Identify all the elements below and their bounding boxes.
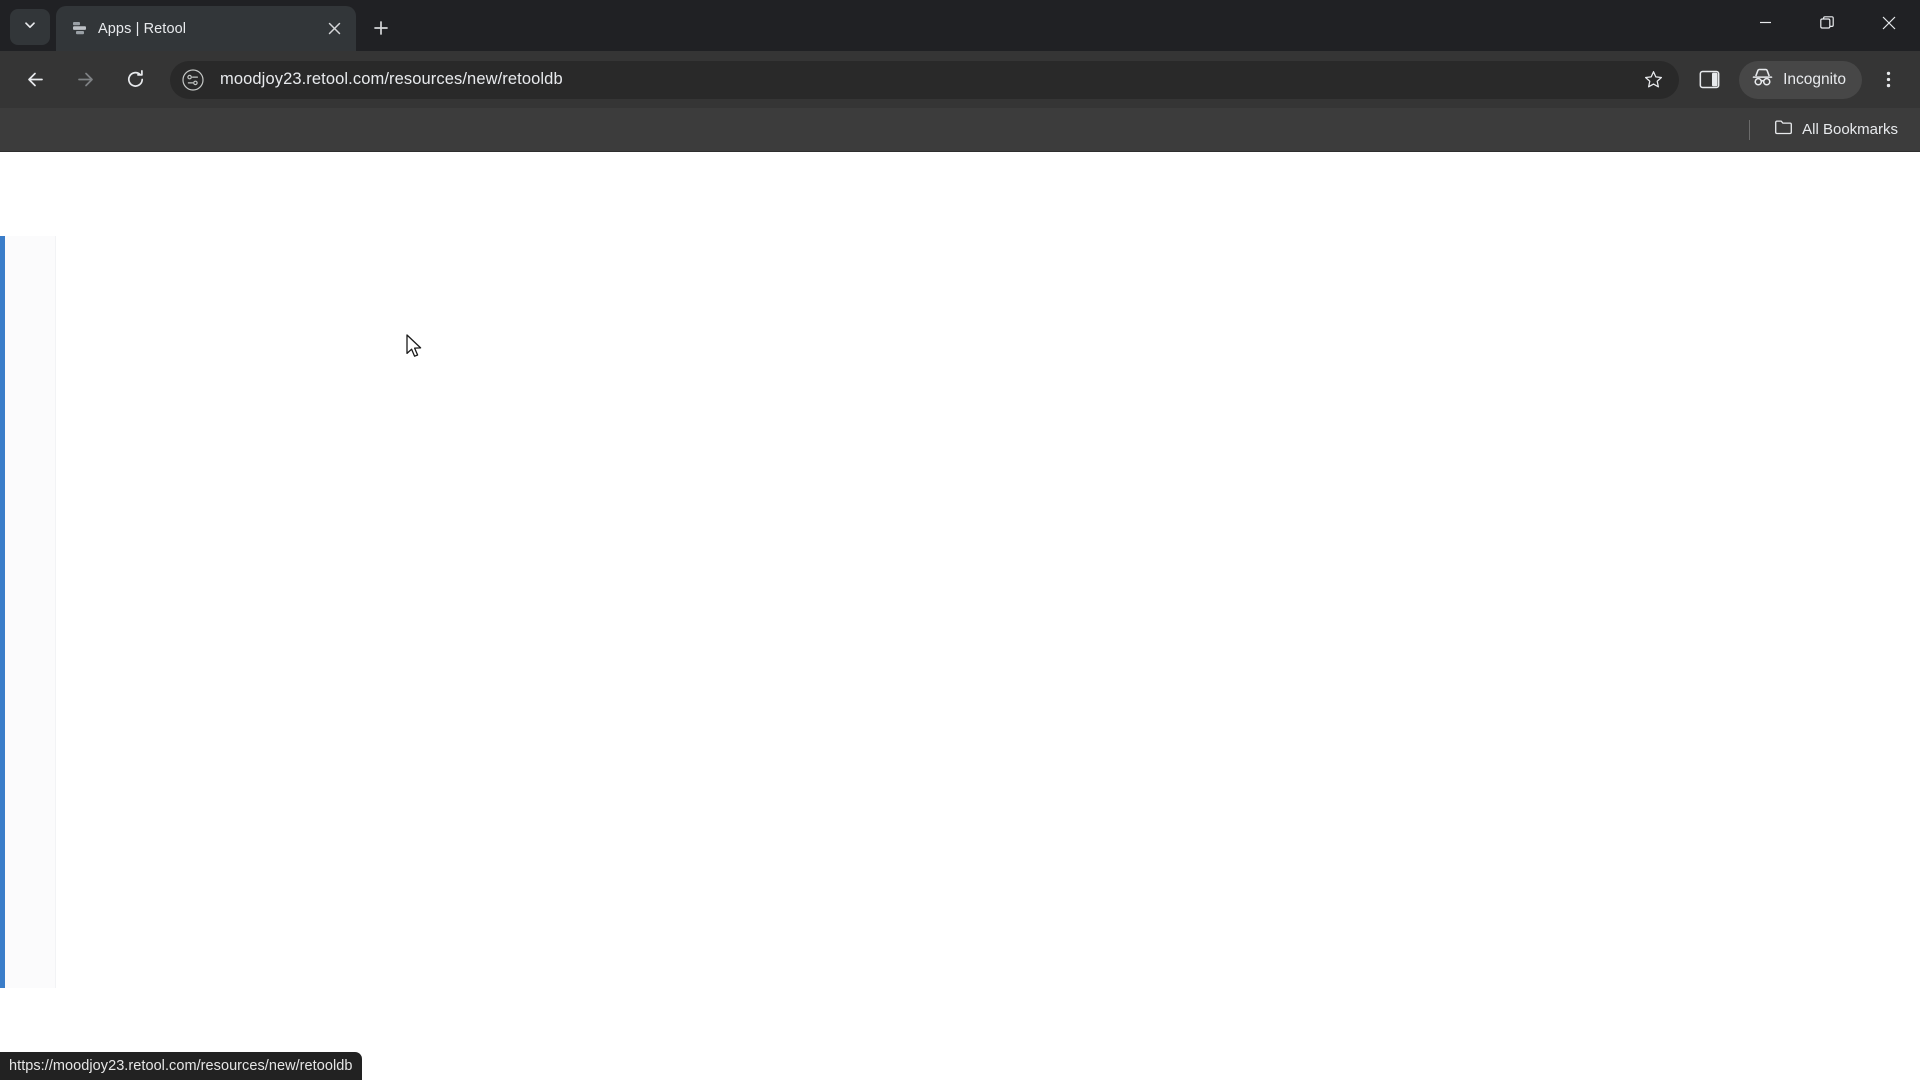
bookmarks-bar: All Bookmarks [0,108,1920,152]
arrow-right-icon [77,72,93,87]
folder-icon [1774,118,1793,142]
chevron-down-icon [22,17,38,38]
tab-close-button[interactable] [322,17,346,41]
side-panel-button[interactable] [1690,61,1728,99]
app-accent-bar [0,236,5,988]
chrome-menu-button[interactable] [1869,61,1907,99]
mouse-cursor-icon [406,334,426,362]
minimize-button[interactable] [1734,0,1796,45]
tab-strip: Apps | Retool [0,0,1920,51]
app-left-rail [0,236,56,988]
retool-favicon-icon [70,20,88,38]
arrow-left-icon [27,72,43,87]
tune-icon [182,68,204,91]
window-controls [1734,0,1920,45]
plus-icon [374,21,388,35]
incognito-label: Incognito [1783,70,1846,88]
browser-toolbar: moodjoy23.retool.com/resources/new/retoo… [0,51,1920,108]
back-button[interactable] [16,61,54,99]
minimize-icon [1759,21,1771,24]
address-bar-text[interactable]: moodjoy23.retool.com/resources/new/retoo… [220,70,1637,89]
site-info-icon[interactable] [178,65,208,95]
maximize-button[interactable] [1796,0,1858,45]
incognito-profile-button[interactable]: Incognito [1739,60,1862,99]
browser-tab[interactable]: Apps | Retool [56,6,356,51]
incognito-icon [1751,66,1774,94]
reload-icon [127,70,143,87]
bookmarks-divider [1749,119,1751,140]
more-vertical-icon [1886,71,1890,88]
tab-title: Apps | Retool [98,20,187,37]
page-viewport: https://moodjoy23.retool.com/resources/n… [0,152,1920,1080]
bookmark-star-button[interactable] [1637,64,1669,96]
close-icon [1882,16,1896,29]
browser-window: Apps | Retool moodjoy23.retool.com/resou… [0,0,1920,1080]
tab-search-button[interactable] [10,9,50,45]
new-tab-button[interactable] [364,11,398,45]
reload-button[interactable] [116,61,154,99]
side-panel-icon [1699,70,1720,89]
status-bubble-text: https://moodjoy23.retool.com/resources/n… [9,1058,353,1074]
all-bookmarks-label: All Bookmarks [1802,121,1898,138]
status-bubble: https://moodjoy23.retool.com/resources/n… [0,1052,363,1080]
all-bookmarks-button[interactable]: All Bookmarks [1766,115,1906,145]
forward-button[interactable] [66,61,104,99]
star-icon [1644,71,1662,88]
address-bar[interactable]: moodjoy23.retool.com/resources/new/retoo… [170,60,1680,99]
restore-icon [1820,15,1834,29]
close-window-button[interactable] [1858,0,1920,45]
